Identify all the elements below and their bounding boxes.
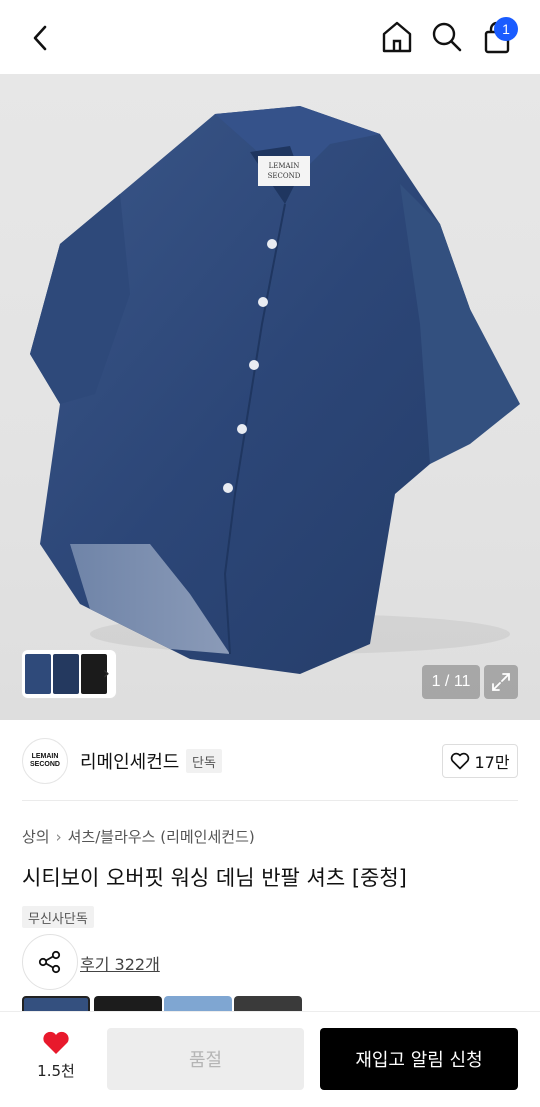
share-icon [38,950,61,974]
color-option-selected[interactable] [22,996,90,1012]
svg-text:SECOND: SECOND [268,172,301,180]
color-option[interactable] [234,996,302,1012]
share-button[interactable] [22,934,78,990]
chevron-right-icon: › [55,827,62,846]
breadcrumb-category[interactable]: 상의 [22,826,50,847]
brand-name[interactable]: 리메인세컨드 [80,748,179,774]
expand-icon [492,673,510,691]
restock-alert-button[interactable]: 재입고 알림 신청 [320,1028,518,1090]
thumbnail-1[interactable] [25,654,51,694]
breadcrumb-subcategory[interactable]: 셔츠/블라우스 (리메인세컨드) [68,826,255,847]
brand-logo[interactable]: LEMAIN SECOND [22,738,68,784]
image-counter: 1 / 11 [422,665,480,699]
review-link[interactable]: 후기 322개 [80,951,160,975]
product-like-button[interactable]: 1.5천 [22,1030,90,1090]
thumbnail-next-icon[interactable]: › [103,663,110,684]
cart-count-badge: 1 [494,17,518,41]
exclusive-badge: 무신사단독 [22,906,94,928]
search-button[interactable] [428,18,466,56]
color-options [22,996,518,1012]
breadcrumb: 상의 › 셔츠/블라우스 (리메인세컨드) [22,826,255,847]
brand-like-count: 17만 [474,753,510,772]
soldout-button[interactable]: 품절 [107,1028,304,1090]
color-option[interactable] [164,996,232,1012]
thumbnail-strip[interactable]: › [22,650,116,698]
expand-button[interactable] [484,665,518,699]
brand-like-button[interactable]: 17만 [442,744,518,778]
product-image: LEMAIN SECOND [30,106,520,674]
home-icon [382,21,412,53]
color-option[interactable] [94,996,162,1012]
heart-outline-icon [451,752,470,770]
top-navigation-bar: 1 [0,0,540,74]
divider [22,800,518,801]
back-icon [33,25,47,51]
thumbnail-2[interactable] [53,654,79,694]
search-icon [432,22,462,52]
back-button[interactable] [22,20,58,56]
home-button[interactable] [378,18,416,56]
brand-exclusive-tag: 단독 [186,749,222,773]
svg-text:LEMAIN: LEMAIN [269,162,300,170]
product-like-count: 1.5천 [37,1062,75,1080]
product-title: 시티보이 오버핏 워싱 데님 반팔 셔츠 [중청] [22,866,407,890]
heart-filled-icon [43,1031,69,1054]
product-image-gallery[interactable]: LEMAIN SECOND › 1 / 11 [0,74,540,720]
